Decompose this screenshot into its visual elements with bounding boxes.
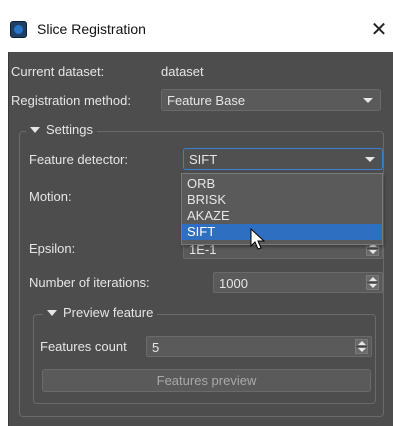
features-count-spinbox[interactable]: 5 [146, 336, 372, 357]
epsilon-label: Epsilon: [29, 241, 76, 256]
close-icon[interactable]: ✕ [368, 17, 390, 41]
chevron-down-icon [363, 98, 373, 103]
registration-method-label: Registration method: [11, 93, 131, 108]
feature-detector-label: Feature detector: [29, 152, 128, 167]
spin-arrows-icon[interactable] [366, 275, 379, 290]
features-count-value: 5 [152, 340, 160, 355]
mouse-cursor-icon [250, 228, 266, 250]
settings-title: Settings [46, 122, 93, 137]
window-title: Slice Registration [37, 21, 146, 37]
feature-detector-value: SIFT [189, 152, 218, 167]
dropdown-option-sift[interactable]: SIFT [182, 224, 382, 240]
feature-detector-combo[interactable]: SIFT [183, 148, 383, 170]
title-bar: Slice Registration ✕ [0, 0, 393, 41]
registration-method-value: Feature Base [167, 93, 246, 108]
registration-method-combo[interactable]: Feature Base [161, 89, 381, 111]
iterations-label: Number of iterations: [29, 275, 150, 290]
chevron-down-icon [365, 157, 375, 162]
app-icon [10, 21, 27, 38]
dropdown-option-akaze[interactable]: AKAZE [182, 208, 382, 224]
spin-arrows-icon[interactable] [355, 339, 368, 354]
current-dataset-label: Current dataset: [11, 64, 105, 79]
preview-feature-header[interactable]: Preview feature [43, 305, 158, 320]
current-dataset-value: dataset [161, 64, 204, 79]
dropdown-option-brisk[interactable]: BRISK [182, 192, 382, 208]
dropdown-option-orb[interactable]: ORB [182, 176, 382, 192]
collapse-triangle-icon [30, 126, 40, 133]
collapse-triangle-icon [47, 309, 57, 316]
features-preview-button[interactable]: Features preview [42, 369, 371, 392]
iterations-spinbox[interactable]: 1000 [213, 272, 383, 293]
features-count-label: Features count [40, 339, 127, 354]
settings-group-header[interactable]: Settings [26, 122, 97, 137]
iterations-value: 1000 [219, 276, 248, 291]
feature-detector-dropdown[interactable]: ORB BRISK AKAZE SIFT [181, 173, 383, 245]
preview-feature-title: Preview feature [63, 305, 154, 320]
motion-label: Motion: [29, 189, 72, 204]
